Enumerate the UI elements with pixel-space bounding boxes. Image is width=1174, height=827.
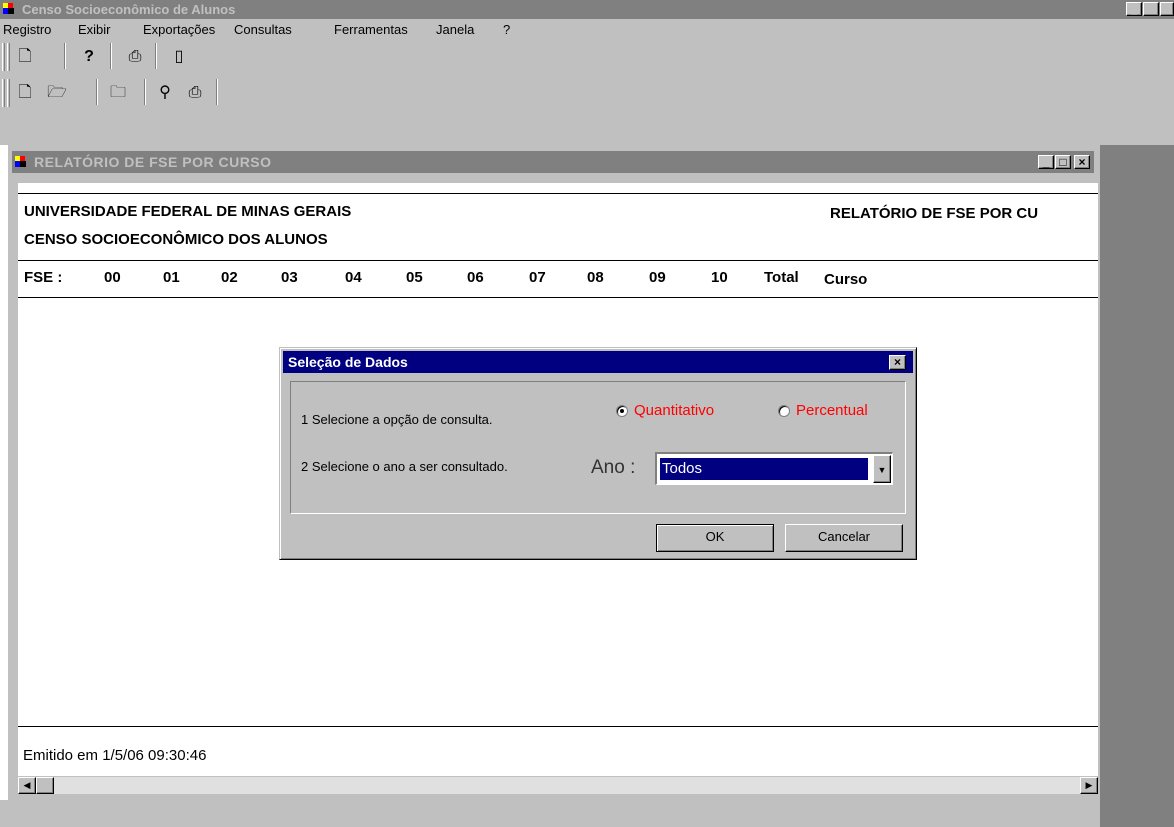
app-title-bar[interactable]: Censo Socioeconômico de Alunos _ ▭ × bbox=[0, 0, 1174, 19]
divider bbox=[18, 726, 1098, 727]
divider bbox=[18, 193, 1098, 194]
help-icon[interactable]: ? bbox=[78, 46, 100, 68]
column-header: 07 bbox=[529, 269, 546, 286]
fse-label: FSE : bbox=[24, 269, 63, 286]
percentual-label[interactable]: Percentual bbox=[796, 402, 868, 419]
emission-timestamp: Emitido em 1/5/06 09:30:46 bbox=[23, 747, 207, 764]
percentual-radio[interactable] bbox=[778, 405, 790, 417]
divider bbox=[18, 297, 1098, 298]
dialog-close-button[interactable]: × bbox=[889, 355, 906, 370]
status-area bbox=[0, 800, 1100, 827]
ano-label: Ano : bbox=[591, 457, 636, 478]
ok-button[interactable]: OK bbox=[656, 524, 774, 552]
find-icon[interactable]: ⚲ bbox=[154, 82, 176, 104]
column-header: 00 bbox=[104, 269, 121, 286]
print-icon[interactable]: ⎙ bbox=[124, 46, 146, 68]
ano-select[interactable]: Todos ▼ bbox=[655, 452, 893, 485]
toolbar-separator bbox=[110, 43, 112, 69]
child-maximize-button[interactable]: □ bbox=[1055, 155, 1071, 169]
menu-ferramentas[interactable]: Ferramentas bbox=[334, 22, 408, 37]
column-header: 08 bbox=[587, 269, 604, 286]
column-header: 10 bbox=[711, 269, 728, 286]
app-title: Censo Socioeconômico de Alunos bbox=[22, 2, 236, 17]
folder-icon[interactable]: 🗀 bbox=[107, 82, 129, 104]
report-window-title-bar[interactable]: RELATÓRIO DE FSE POR CURSO _ □ × bbox=[12, 151, 1094, 173]
minimize-button[interactable]: _ bbox=[1126, 2, 1142, 16]
menu-exibir[interactable]: Exibir bbox=[78, 22, 111, 37]
divider bbox=[18, 260, 1098, 261]
selection-dialog: Seleção de Dados × 1 Selecione a opção d… bbox=[279, 347, 917, 560]
child-minimize-button[interactable]: _ bbox=[1038, 155, 1054, 169]
restore-button[interactable]: ▭ bbox=[1143, 2, 1159, 16]
exit-icon[interactable]: ▯ bbox=[168, 46, 190, 68]
step-1-label: 1 Selecione a opção de consulta. bbox=[301, 412, 493, 427]
child-close-button[interactable]: × bbox=[1074, 155, 1090, 169]
toolbar-separator bbox=[64, 43, 66, 69]
close-button[interactable]: × bbox=[1160, 2, 1174, 16]
new-document-icon[interactable]: 🗋 bbox=[14, 82, 36, 104]
toolbar-grip bbox=[7, 43, 10, 71]
toolbar-separator bbox=[144, 79, 146, 105]
dropdown-arrow-icon[interactable]: ▼ bbox=[873, 455, 891, 483]
dialog-title: Seleção de Dados bbox=[288, 354, 408, 370]
menu-help[interactable]: ? bbox=[503, 22, 510, 37]
toolbar-grip[interactable] bbox=[2, 43, 5, 71]
toolbar-area: 🗋 ? ⎙ ▯ 🗋 🗁 🗀 ⚲ ⎙ bbox=[0, 41, 1174, 145]
toolbar-separator bbox=[155, 43, 157, 69]
column-header-curso: Curso bbox=[824, 271, 868, 288]
menu-consultas[interactable]: Consultas bbox=[234, 22, 292, 37]
menu-exportacoes[interactable]: Exportações bbox=[143, 22, 215, 37]
column-header: 04 bbox=[345, 269, 362, 286]
horizontal-scrollbar[interactable]: ◀ ▶ bbox=[18, 776, 1098, 795]
ano-selected-value: Todos bbox=[659, 457, 869, 481]
dialog-title-bar[interactable]: Seleção de Dados × bbox=[283, 351, 913, 373]
toolbar-grip bbox=[7, 79, 10, 107]
menu-bar: Registro Exibir Exportações Consultas Fe… bbox=[0, 19, 1174, 41]
report-window-title: RELATÓRIO DE FSE POR CURSO bbox=[34, 154, 272, 170]
column-header: 03 bbox=[281, 269, 298, 286]
scroll-left-button[interactable]: ◀ bbox=[18, 777, 36, 794]
step-2-label: 2 Selecione o ano a ser consultado. bbox=[301, 459, 508, 474]
column-header-total: Total bbox=[764, 269, 799, 286]
menu-registro[interactable]: Registro bbox=[3, 22, 51, 37]
report-title: RELATÓRIO DE FSE POR CU bbox=[830, 205, 1039, 222]
census-name: CENSO SOCIOECONÔMICO DOS ALUNOS bbox=[24, 231, 328, 248]
column-header: 02 bbox=[221, 269, 238, 286]
print-icon[interactable]: ⎙ bbox=[184, 82, 206, 104]
cancel-button[interactable]: Cancelar bbox=[785, 524, 903, 552]
toolbar-separator bbox=[96, 79, 98, 105]
quantitativo-label[interactable]: Quantitativo bbox=[634, 402, 714, 419]
toolbar-grip[interactable] bbox=[2, 79, 5, 107]
quantitativo-radio[interactable] bbox=[616, 405, 628, 417]
column-header: 05 bbox=[406, 269, 423, 286]
scroll-track[interactable] bbox=[54, 777, 1080, 794]
scroll-thumb[interactable] bbox=[36, 777, 54, 794]
column-header: 06 bbox=[467, 269, 484, 286]
column-header: 01 bbox=[163, 269, 180, 286]
app-icon bbox=[3, 3, 17, 15]
menu-janela[interactable]: Janela bbox=[436, 22, 474, 37]
window-icon bbox=[15, 156, 29, 168]
open-folder-icon[interactable]: 🗁 bbox=[46, 82, 68, 104]
new-document-icon[interactable]: 🗋 bbox=[14, 46, 36, 68]
dialog-group-box: 1 Selecione a opção de consulta. 2 Selec… bbox=[290, 381, 906, 514]
column-header: 09 bbox=[649, 269, 666, 286]
toolbar-separator bbox=[216, 79, 218, 105]
mdi-background bbox=[1100, 145, 1174, 827]
university-name: UNIVERSIDADE FEDERAL DE MINAS GERAIS bbox=[24, 203, 352, 220]
scroll-right-button[interactable]: ▶ bbox=[1080, 777, 1098, 794]
